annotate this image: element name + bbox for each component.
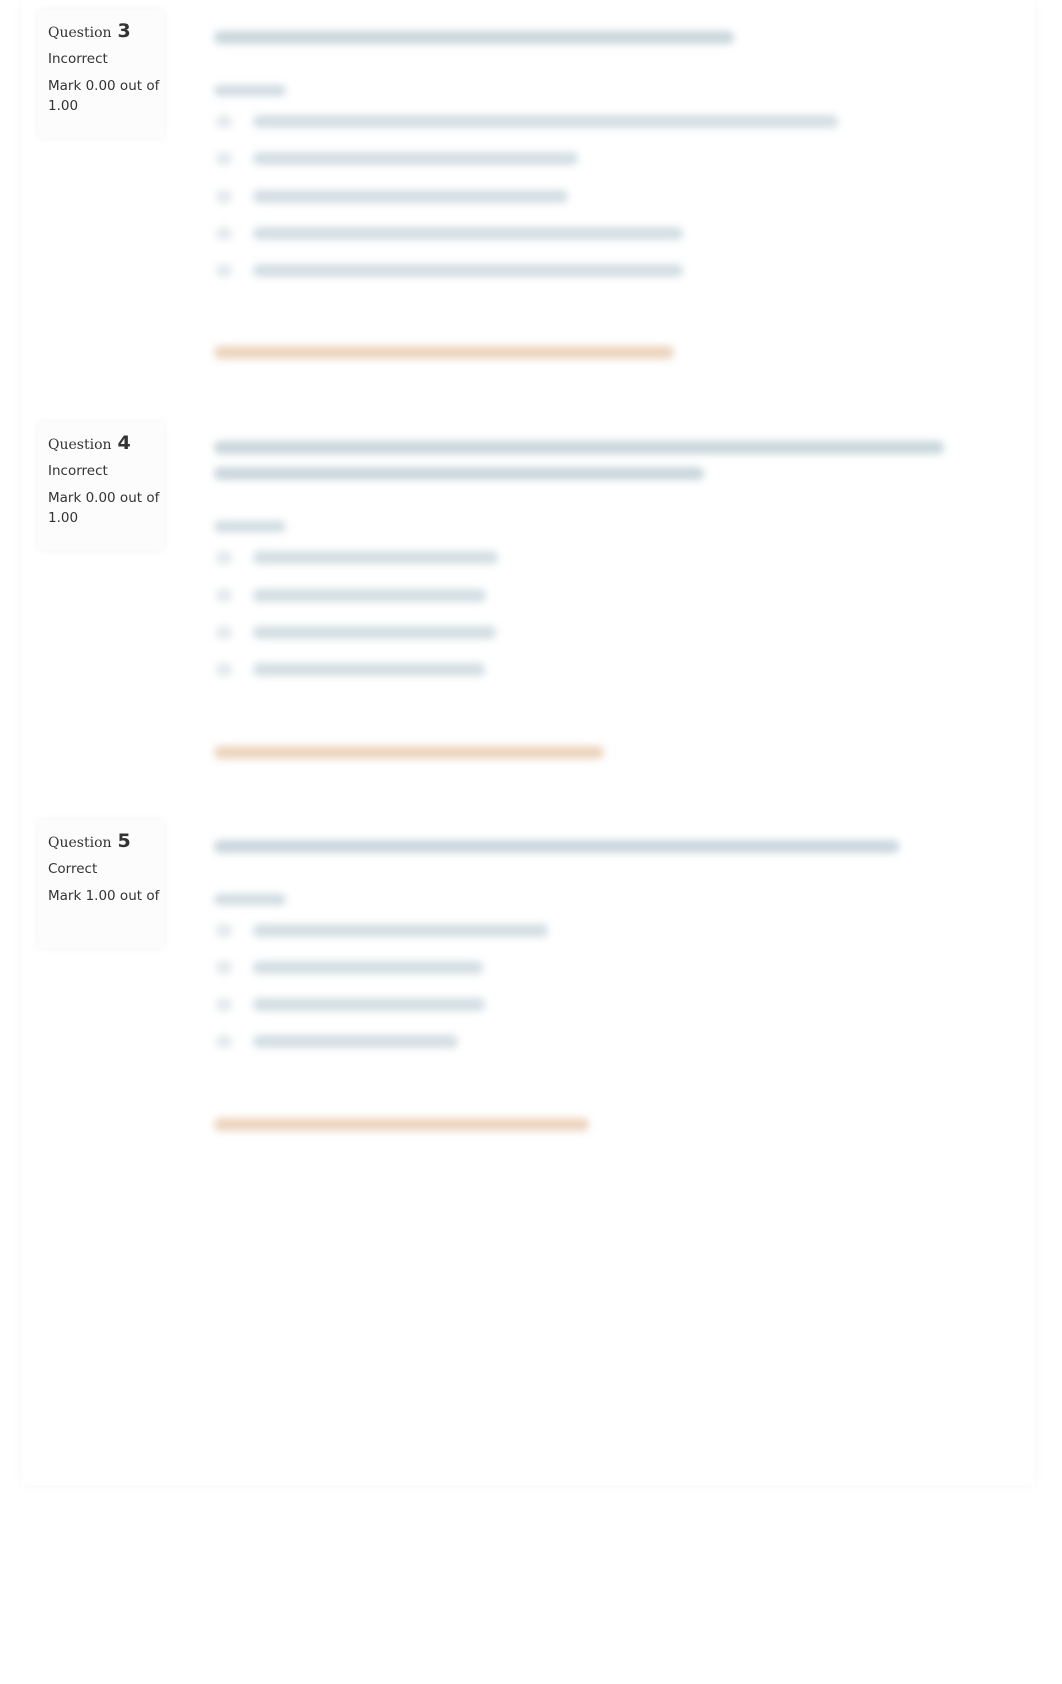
option-label[interactable]: [253, 626, 496, 639]
option-label[interactable]: [253, 924, 548, 937]
option-radio[interactable]: [216, 551, 232, 564]
option-label[interactable]: [253, 663, 485, 676]
question-text-line2: [214, 467, 704, 480]
question-text: [214, 31, 734, 44]
option-radio[interactable]: [216, 152, 232, 165]
option-label[interactable]: [253, 589, 486, 602]
question-mark: Mark 0.00 out of 1.00: [48, 490, 160, 526]
question-state: Correct: [48, 861, 98, 877]
question-number: Question 3: [48, 20, 131, 42]
feedback-right-answer: [214, 1118, 589, 1131]
option-label[interactable]: [253, 264, 683, 277]
option-radio[interactable]: [216, 115, 232, 128]
question-state: Incorrect: [48, 463, 108, 479]
question-mark: Mark 0.00 out of 1.00: [48, 78, 160, 114]
option-radio[interactable]: [216, 961, 232, 974]
option-radio[interactable]: [216, 626, 232, 639]
feedback-right-answer: [214, 346, 674, 359]
option-label[interactable]: [253, 115, 838, 128]
option-radio[interactable]: [216, 227, 232, 240]
quiz-review-panel: [22, 0, 1034, 1485]
option-label[interactable]: [253, 961, 483, 974]
select-one-label: [214, 894, 286, 905]
question-info-5: Question 5 Correct Mark 1.00 out of: [38, 820, 164, 948]
question-info-4: Question 4 Incorrect Mark 0.00 out of 1.0…: [38, 422, 164, 550]
question-info-3: Question 3 Incorrect Mark 0.00 out of 1.0…: [38, 10, 164, 138]
question-state: Incorrect: [48, 51, 108, 67]
question-text: [214, 840, 899, 853]
option-label[interactable]: [253, 190, 568, 203]
option-label[interactable]: [253, 551, 498, 564]
select-one-label: [214, 521, 286, 532]
question-mark: Mark 1.00 out of: [48, 888, 160, 904]
select-one-label: [214, 85, 286, 96]
option-radio[interactable]: [216, 924, 232, 937]
option-radio[interactable]: [216, 264, 232, 277]
option-label[interactable]: [253, 152, 578, 165]
option-label[interactable]: [253, 227, 683, 240]
option-label[interactable]: [253, 998, 485, 1011]
option-radio[interactable]: [216, 998, 232, 1011]
option-label[interactable]: [253, 1035, 458, 1048]
question-text: [214, 441, 944, 454]
option-radio[interactable]: [216, 190, 232, 203]
question-number: Question 5: [48, 830, 131, 852]
question-number: Question 4: [48, 432, 131, 454]
feedback-right-answer: [214, 746, 604, 759]
option-radio[interactable]: [216, 663, 232, 676]
option-radio[interactable]: [216, 589, 232, 602]
option-radio[interactable]: [216, 1035, 232, 1048]
